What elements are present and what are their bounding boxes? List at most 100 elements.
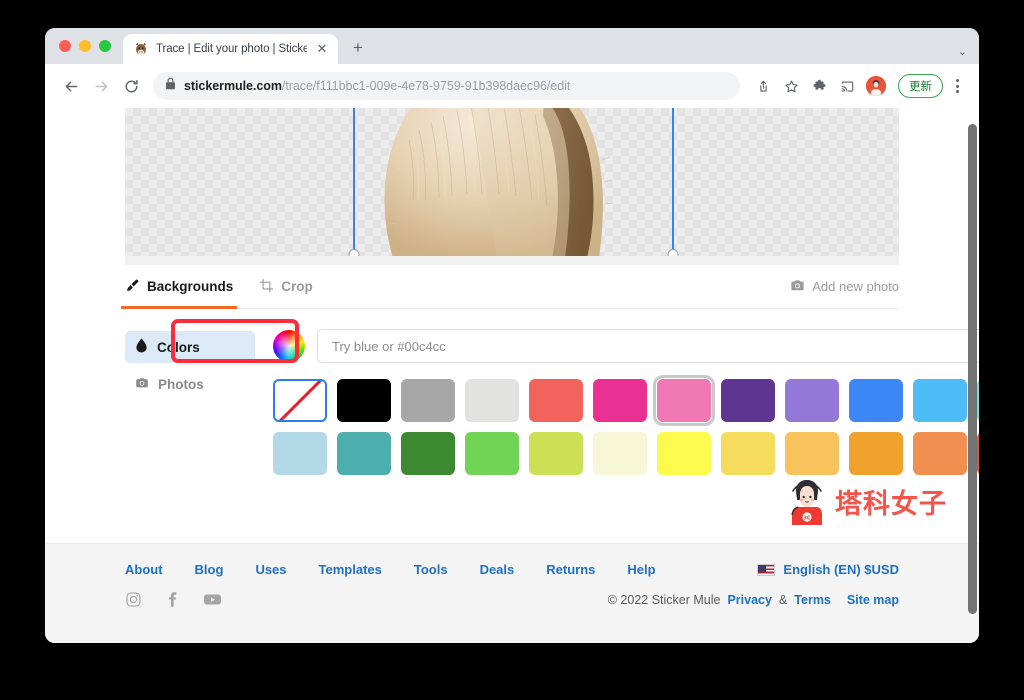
watermark-character-icon: 3C [785,477,829,525]
color-swatch-light-orange[interactable] [785,432,839,475]
color-swatch-peach-orange[interactable] [913,432,967,475]
three-dot-menu-icon[interactable] [947,73,967,99]
bookmark-star-icon[interactable] [778,73,804,99]
mule-favicon-icon [133,41,149,57]
color-swatch-pink[interactable] [653,375,715,426]
url-text: stickermule.com/trace/f111bbc1-009e-4e78… [184,79,571,93]
forward-button[interactable] [87,72,115,100]
cast-icon[interactable] [834,73,860,99]
color-swatch-light-gray[interactable] [465,379,519,422]
color-swatch-orange[interactable] [849,432,903,475]
sidebar-item-photos-label: Photos [158,376,204,392]
color-swatch-coral-red[interactable] [529,379,583,422]
maximize-window-button[interactable] [99,40,111,52]
window-traffic-lights [55,28,123,64]
instagram-icon[interactable] [125,591,142,608]
color-swatch-teal[interactable] [337,432,391,475]
svg-text:3C: 3C [803,515,810,521]
address-bar[interactable]: stickermule.com/trace/f111bbc1-009e-4e78… [153,72,740,100]
color-swatch-turquoise[interactable] [977,379,979,422]
footer-link-tools[interactable]: Tools [414,562,448,577]
sidebar-item-colors-label: Colors [157,339,200,355]
tab-backgrounds-label: Backgrounds [147,279,234,294]
us-flag-icon [757,563,776,576]
page-scrollbar[interactable] [968,114,977,634]
color-swatch-pale-blue[interactable] [273,432,327,475]
site-map-link[interactable]: Site map [847,593,899,607]
crop-handle-left[interactable] [348,249,360,256]
color-swatch-bright-yellow[interactable] [657,432,711,475]
tab-crop[interactable]: Crop [259,265,313,309]
copyright-text: © 2022 Sticker Mule [607,592,721,607]
color-swatch-deep-purple[interactable] [721,379,775,422]
reload-button[interactable] [117,72,145,100]
crop-guide-right[interactable] [667,108,679,256]
close-window-button[interactable] [59,40,71,52]
minimize-window-button[interactable] [79,40,91,52]
color-swatch-light-purple[interactable] [785,379,839,422]
source-selector-list: Colors Photos [125,329,255,485]
footer-link-returns[interactable]: Returns [546,562,595,577]
profile-avatar[interactable] [866,76,886,96]
color-swatch-light-green[interactable] [465,432,519,475]
footer-link-uses[interactable]: Uses [255,562,286,577]
footer-link-about[interactable]: About [125,562,163,577]
tab-title: Trace | Edit your photo | Sticker Mule [156,43,307,55]
add-new-photo-button[interactable]: Add new photo [790,278,899,296]
extensions-puzzle-icon[interactable] [806,73,832,99]
canvas-bottom-strip [125,256,899,265]
footer-link-help[interactable]: Help [627,562,655,577]
tab-crop-label: Crop [281,279,313,294]
crop-guide-left[interactable] [348,108,360,256]
back-button[interactable] [57,72,85,100]
terms-link[interactable]: Terms [794,593,831,607]
sidebar-item-colors[interactable]: Colors [125,331,255,363]
color-swatch-transparent[interactable] [273,379,327,422]
photo-canvas[interactable] [125,108,899,256]
chevron-down-icon[interactable]: ⌄ [958,45,967,58]
brush-icon [125,278,140,296]
share-icon[interactable] [750,73,776,99]
color-swatch-dark-green[interactable] [401,432,455,475]
footer-link-deals[interactable]: Deals [480,562,515,577]
tab-close-icon[interactable]: ✕ [314,41,330,57]
footer-link-templates[interactable]: Templates [319,562,382,577]
color-input-row: Try blue or #00c4cc [273,329,979,363]
color-swatch-black[interactable] [337,379,391,422]
privacy-link[interactable]: Privacy [727,593,771,607]
social-icon-row [125,591,222,608]
facebook-icon[interactable] [164,591,181,608]
sidebar-item-photos[interactable]: Photos [125,368,255,400]
youtube-icon[interactable] [203,591,222,608]
color-swatch-yellow-green[interactable] [529,432,583,475]
ampersand-separator: & [778,592,788,607]
color-swatch-pale-yellow[interactable] [721,432,775,475]
language-selector[interactable]: English (EN) $USD [757,562,899,577]
swatch-area: Try blue or #00c4cc [255,329,979,485]
color-swatch-magenta[interactable] [593,379,647,422]
page-viewport: Backgrounds Crop Add new photo Colors Ph… [45,108,979,643]
droplet-icon [135,338,148,356]
footer-bottom-row: © 2022 Sticker Mule Privacy & Terms Site… [45,577,979,608]
tab-backgrounds[interactable]: Backgrounds [120,265,238,309]
new-tab-button[interactable]: + [344,34,372,62]
update-button[interactable]: 更新 [898,74,943,98]
color-swatch-sky-blue[interactable] [913,379,967,422]
color-swatch-blue[interactable] [849,379,903,422]
color-wheel-icon[interactable] [273,330,305,362]
crop-handle-right[interactable] [667,249,679,256]
color-swatch-gray[interactable] [401,379,455,422]
color-swatch-red-orange[interactable] [977,432,979,475]
swatch-row [273,432,979,475]
color-swatch-grid [273,375,979,475]
camera-icon [135,376,149,393]
editor-tab-bar: Backgrounds Crop Add new photo [120,265,899,309]
color-swatch-cream[interactable] [593,432,647,475]
color-search-input[interactable]: Try blue or #00c4cc [317,329,979,363]
controls-panel: Colors Photos Try blue or #00c4cc [45,309,979,485]
footer-link-blog[interactable]: Blog [195,562,224,577]
scrollbar-thumb[interactable] [968,124,977,614]
add-new-photo-label: Add new photo [812,279,899,294]
browser-tab[interactable]: Trace | Edit your photo | Sticker Mule ✕ [123,34,338,64]
camera-icon [790,278,805,296]
